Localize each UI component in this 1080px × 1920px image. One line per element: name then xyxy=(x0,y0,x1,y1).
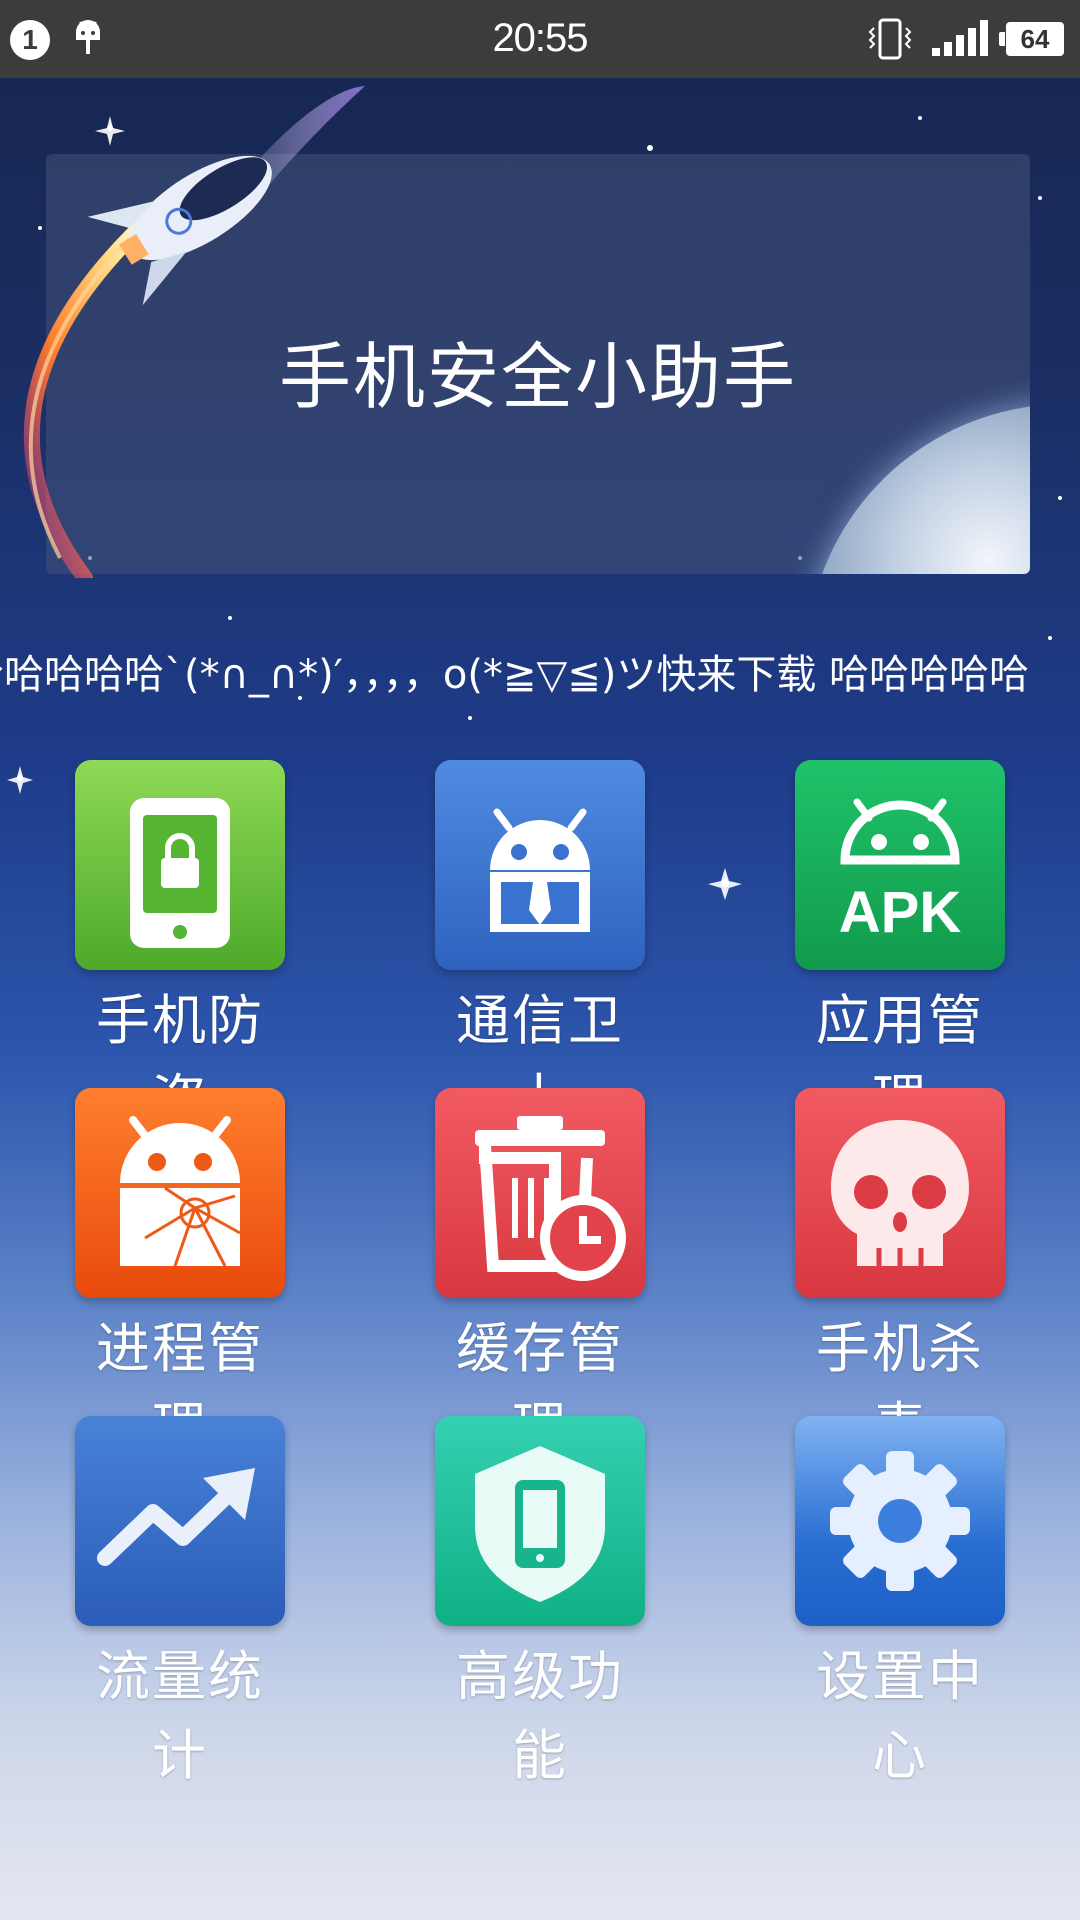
trend-up-icon xyxy=(75,1416,285,1626)
grid-item-comm-guard[interactable]: 通信卫士 xyxy=(430,760,650,1131)
signal-icon xyxy=(932,20,988,56)
earth-illustration xyxy=(806,404,1030,574)
android-broken-icon xyxy=(75,1088,285,1298)
svg-text:APK: APK xyxy=(839,880,962,945)
grid-item-advanced-features[interactable]: 高级功能 xyxy=(430,1416,650,1787)
vibrate-icon xyxy=(868,18,912,60)
phone-lock-icon xyxy=(75,760,285,970)
grid-item-label: 流量统计 xyxy=(96,1645,264,1787)
grid-item-phone-antitheft[interactable]: 手机防盗 xyxy=(70,760,290,1131)
skull-icon xyxy=(795,1088,1005,1298)
grid-item-settings[interactable]: 设置中心 xyxy=(790,1416,1010,1787)
android-guard-icon xyxy=(435,760,645,970)
shield-phone-icon xyxy=(435,1416,645,1626)
battery-icon: 64 xyxy=(999,22,1064,56)
apk-android-icon: APK xyxy=(795,760,1005,970)
grid-item-label: 高级功能 xyxy=(456,1645,624,1787)
status-time: 20:55 xyxy=(492,16,588,60)
gear-icon xyxy=(795,1416,1005,1626)
marquee-ticker: 哈哈哈哈哈`(*∩_∩*)′，，，，o(*≧▽≦)ツ快来下载 哈哈哈哈哈 xyxy=(0,638,1080,698)
grid-item-traffic-stats[interactable]: 流量统计 xyxy=(70,1416,290,1787)
grid-item-cache-manager[interactable]: 缓存管理 xyxy=(430,1088,650,1459)
grid-item-app-manager[interactable]: APK 应用管理 xyxy=(790,760,1010,1131)
trash-clock-icon xyxy=(435,1088,645,1298)
rocket-illustration xyxy=(23,86,365,578)
grid-item-process-manager[interactable]: 进程管理 xyxy=(70,1088,290,1459)
grid-item-label: 设置中心 xyxy=(816,1645,984,1787)
grid-item-antivirus[interactable]: 手机杀毒 xyxy=(790,1088,1010,1459)
marquee-text: 哈哈哈哈哈`(*∩_∩*)′，，，，o(*≧▽≦)ツ快来下载 哈哈哈哈哈 xyxy=(0,652,1030,698)
status-bar: 1 20:55 64 xyxy=(0,0,1080,78)
